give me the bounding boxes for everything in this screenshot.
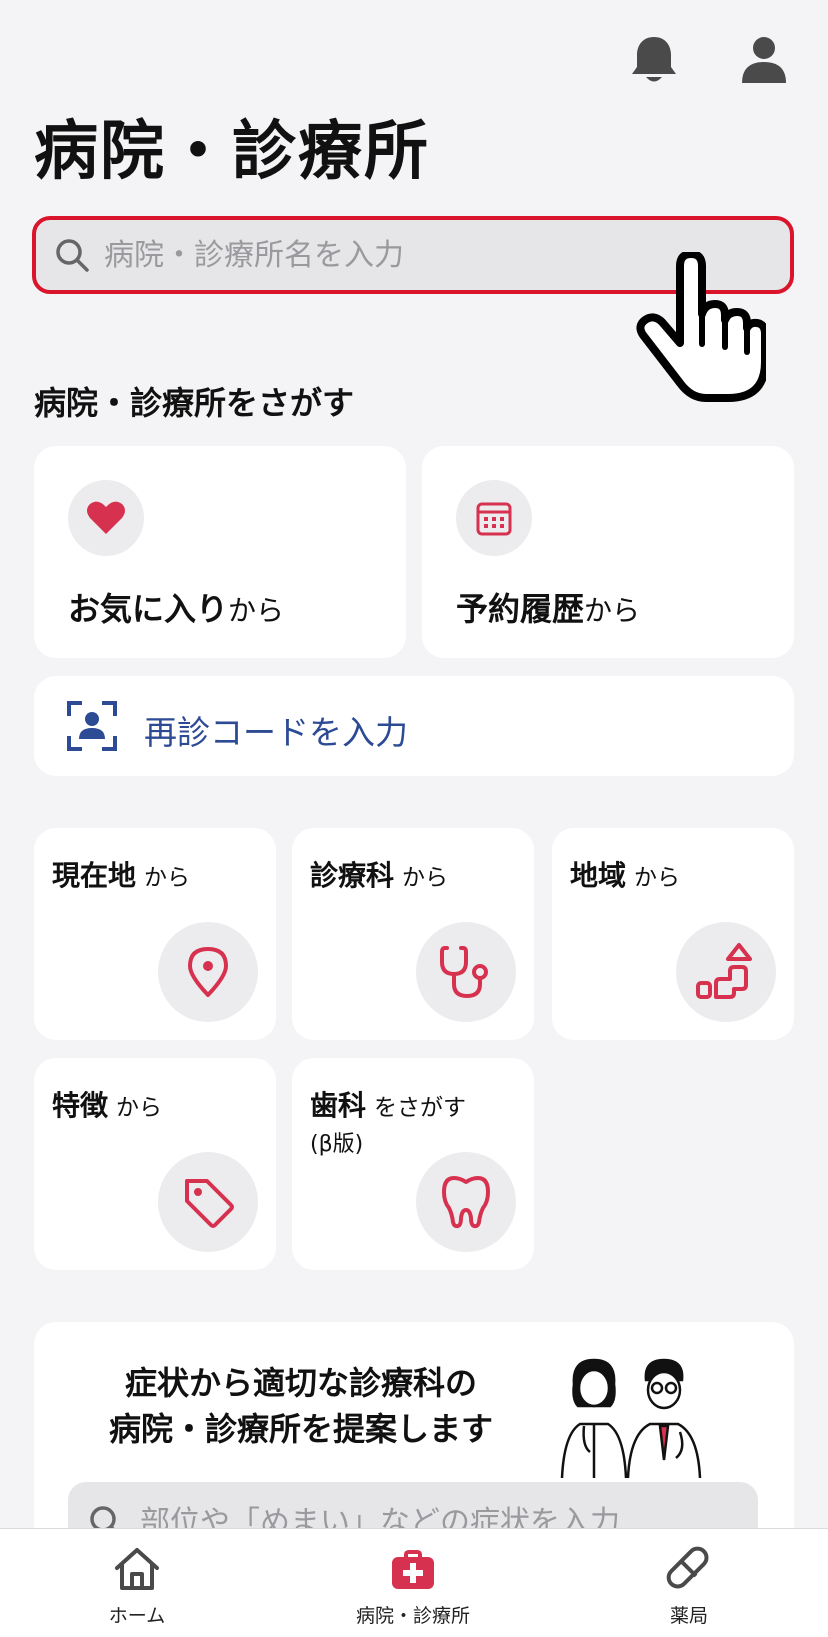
- favorites-label: お気に入りから: [68, 590, 285, 628]
- finder-dental-icon-circle: [416, 1152, 516, 1252]
- nav-clinics-label: 病院・診療所: [355, 1605, 470, 1627]
- finder-department-card[interactable]: 診療科 から: [292, 828, 534, 1040]
- map-blocks-icon: [696, 943, 752, 999]
- tooth-icon: [442, 1176, 490, 1229]
- pill-icon: [666, 1546, 709, 1589]
- reentry-code-button[interactable]: 再診コードを入力: [34, 676, 794, 776]
- tag-icon: [185, 1179, 234, 1228]
- finder-dental-label: 歯科 をさがす: [310, 1089, 467, 1122]
- history-icon-circle: [456, 480, 532, 556]
- stethoscope-icon: [440, 946, 488, 999]
- pointer-hand-icon: [636, 252, 766, 402]
- favorites-icon-circle: [68, 480, 144, 556]
- bottom-navigation: ホーム 病院・診療所 薬局: [0, 1528, 828, 1637]
- account-button[interactable]: [734, 30, 794, 90]
- hospital-bag-icon: [392, 1550, 434, 1589]
- finder-region-icon-circle: [676, 922, 776, 1022]
- finder-feature-label: 特徴 から: [52, 1089, 163, 1122]
- nav-home[interactable]: ホーム: [37, 1529, 237, 1637]
- person-icon: [742, 37, 786, 83]
- nav-clinics[interactable]: 病院・診療所: [313, 1529, 513, 1637]
- finder-location-icon-circle: [158, 922, 258, 1022]
- finder-region-label: 地域 から: [570, 859, 681, 892]
- calendar-icon: [476, 502, 512, 536]
- bell-icon: [632, 37, 676, 82]
- nav-home-label: ホーム: [108, 1605, 166, 1627]
- heart-icon: [87, 501, 125, 534]
- nav-pharmacy-label: 薬局: [669, 1605, 708, 1627]
- page-title: 病院・診療所: [34, 115, 430, 189]
- location-pin-icon: [188, 947, 228, 997]
- history-label: 予約履歴から: [456, 590, 641, 628]
- promo-text: 症状から適切な診療科の 病院・診療所を提案します: [108, 1364, 493, 1448]
- search-icon: [56, 239, 89, 272]
- reentry-code-label: 再診コードを入力: [144, 713, 408, 752]
- home-icon: [115, 1548, 159, 1590]
- doctors-illustration: [560, 1358, 702, 1478]
- beta-note: (β版): [310, 1132, 364, 1157]
- nav-pharmacy[interactable]: 薬局: [589, 1529, 789, 1637]
- notification-button[interactable]: [624, 30, 684, 90]
- finder-feature-icon-circle: [158, 1152, 258, 1252]
- scan-person-icon: [67, 701, 117, 751]
- reservation-history-card[interactable]: 予約履歴から: [422, 446, 794, 658]
- finder-location-label: 現在地 から: [52, 859, 191, 892]
- finder-feature-card[interactable]: 特徴 から: [34, 1058, 276, 1270]
- finder-region-card[interactable]: 地域 から: [552, 828, 794, 1040]
- finder-department-label: 診療科 から: [310, 859, 449, 892]
- section-heading: 病院・診療所をさがす: [34, 384, 355, 422]
- favorites-card[interactable]: お気に入りから: [34, 446, 406, 658]
- finder-dental-card[interactable]: 歯科 をさがす (β版): [292, 1058, 534, 1270]
- finder-department-icon-circle: [416, 922, 516, 1022]
- finder-location-card[interactable]: 現在地 から: [34, 828, 276, 1040]
